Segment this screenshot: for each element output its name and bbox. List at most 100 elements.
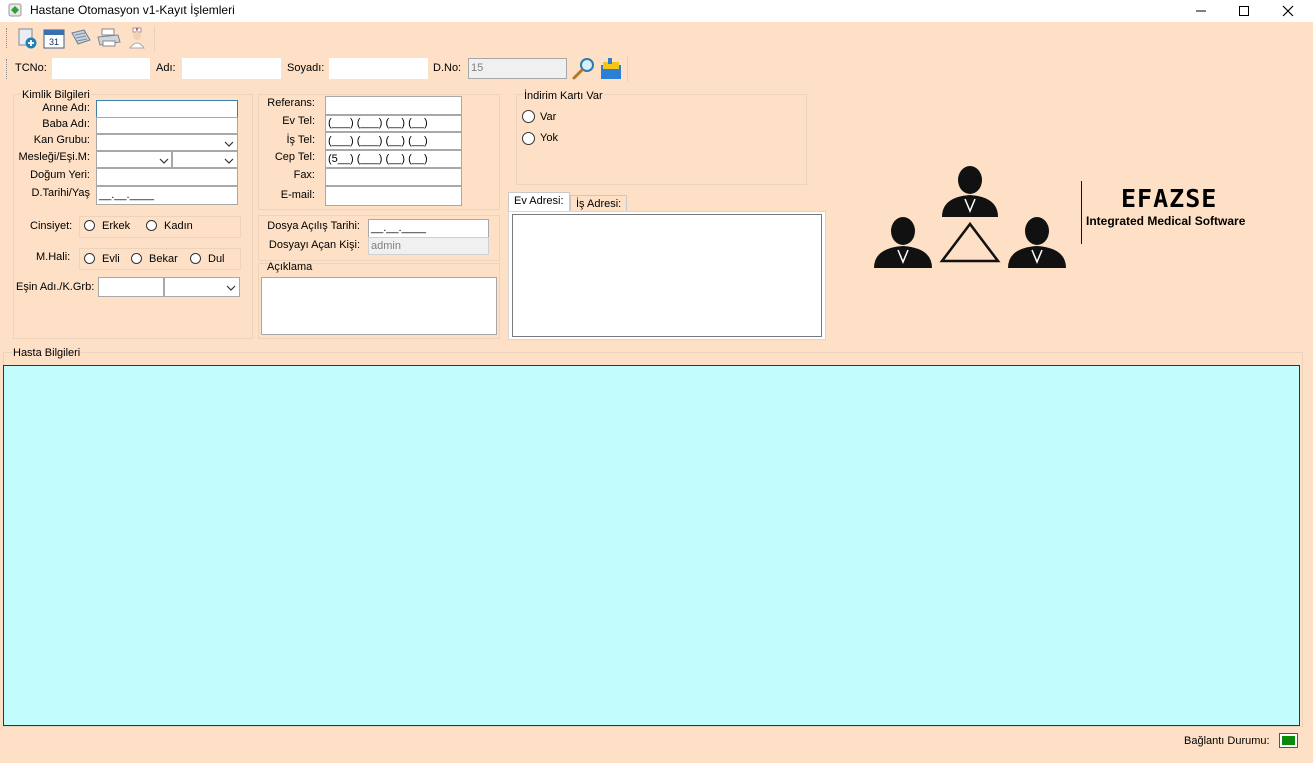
adi-input[interactable]	[182, 58, 281, 79]
tab-is-adresi[interactable]: İş Adresi:	[570, 195, 628, 212]
people-logo-icon	[874, 166, 1066, 268]
anne-input[interactable]	[96, 100, 238, 118]
fax-input[interactable]	[325, 168, 462, 186]
scanner-icon	[71, 29, 91, 45]
erkek-label: Erkek	[102, 220, 131, 232]
search-button[interactable]	[572, 57, 596, 81]
dno-input[interactable]: 15	[468, 58, 567, 79]
dogum-yeri-input[interactable]	[96, 168, 238, 186]
brand-name: EFAZSE	[1121, 184, 1218, 213]
referans-input[interactable]	[325, 96, 462, 115]
istel-input[interactable]: (___) (___) (__) (__)	[325, 132, 462, 150]
meslek-label: Mesleği/Eşi.M:	[18, 151, 90, 163]
dul-label: Dul	[208, 253, 225, 265]
status-led-icon	[1282, 736, 1295, 745]
window-title: Hastane Otomasyon v1-Kayıt İşlemleri	[30, 3, 235, 17]
nurse-icon	[129, 27, 145, 49]
svg-text:31: 31	[49, 37, 59, 47]
var-radio[interactable]	[522, 110, 535, 123]
adres-textarea[interactable]	[512, 214, 822, 337]
kan-grubu-select[interactable]	[96, 134, 238, 151]
aciklama-label: Açıklama	[267, 261, 313, 273]
esin-adi-input[interactable]	[98, 277, 164, 297]
app-icon	[8, 3, 22, 17]
hasta-data-grid[interactable]	[3, 365, 1300, 726]
cinsiyet-label: Cinsiyet:	[30, 220, 73, 232]
yok-radio[interactable]	[522, 132, 535, 145]
baglanti-label: Bağlantı Durumu:	[1184, 735, 1270, 747]
tcno-label: TCNo:	[15, 62, 47, 74]
esin-kan-grubu-select[interactable]	[164, 277, 240, 297]
soyadi-label: Soyadı:	[287, 62, 325, 74]
kimlik-group-label: Kimlik Bilgileri	[21, 89, 91, 101]
magnifier-icon	[572, 58, 594, 80]
baba-input[interactable]	[96, 117, 238, 134]
indirim-group-label: İndirim Kartı Var	[523, 90, 604, 102]
title-bar: Hastane Otomasyon v1-Kayıt İşlemleri	[0, 0, 1313, 22]
anne-label: Anne Adı:	[42, 102, 90, 114]
dul-radio[interactable]	[190, 253, 201, 264]
baba-label: Baba Adı:	[42, 118, 90, 130]
hasta-group-label: Hasta Bilgileri	[12, 347, 82, 359]
print-button[interactable]	[97, 27, 121, 49]
bekar-label: Bekar	[149, 253, 178, 265]
evtel-input[interactable]: (___) (___) (__) (__)	[325, 115, 462, 132]
email-label: E-mail:	[280, 189, 315, 201]
istel-label: İş Tel:	[286, 134, 315, 146]
scanner-button[interactable]	[70, 27, 92, 49]
toolbar-grip	[6, 28, 10, 48]
acan-input[interactable]: admin	[368, 237, 489, 255]
esi-meslek-select[interactable]	[172, 151, 238, 168]
baglanti-indicator	[1279, 733, 1298, 748]
minimize-button[interactable]	[1179, 0, 1223, 22]
evtel-label: Ev Tel:	[282, 115, 315, 127]
doctor-button[interactable]	[126, 27, 148, 49]
maximize-button[interactable]	[1222, 0, 1266, 22]
search-grip	[6, 59, 10, 79]
toolbar-divider	[154, 26, 155, 52]
referans-label: Referans:	[267, 97, 315, 109]
adres-tab-panel	[508, 211, 826, 340]
acilis-input[interactable]: __.__.____	[368, 219, 489, 238]
bekar-radio[interactable]	[131, 253, 142, 264]
chevron-down-icon	[226, 285, 236, 291]
dtarih-label: D.Tarihi/Yaş	[31, 187, 90, 199]
adi-label: Adı:	[156, 62, 176, 74]
search-divider	[627, 56, 628, 82]
chevron-down-icon	[224, 141, 234, 147]
acilis-label: Dosya Açılış Tarihi:	[267, 220, 360, 232]
kadin-radio[interactable]	[146, 220, 157, 231]
aciklama-textarea[interactable]	[261, 277, 497, 335]
save-button[interactable]	[599, 57, 623, 81]
calendar-icon: 31	[43, 29, 65, 49]
calendar-button[interactable]: 31	[43, 27, 65, 49]
yok-label: Yok	[540, 132, 558, 144]
evli-label: Evli	[102, 253, 120, 265]
dtarih-input[interactable]: __.__.____	[96, 186, 238, 205]
mhali-label: M.Hali:	[36, 251, 71, 263]
chevron-down-icon	[224, 158, 234, 164]
meslek-select[interactable]	[96, 151, 172, 168]
brand-tagline: Integrated Medical Software	[1086, 214, 1246, 228]
tab-ev-adresi[interactable]: Ev Adresi:	[508, 192, 570, 212]
email-input[interactable]	[325, 186, 462, 206]
dogum-yeri-label: Doğum Yeri:	[30, 169, 90, 181]
indirim-group	[516, 94, 807, 185]
logo-divider	[1081, 181, 1082, 244]
tcno-input[interactable]	[52, 58, 150, 79]
dno-label: D.No:	[433, 62, 462, 74]
ceptel-label: Cep Tel:	[274, 151, 315, 163]
ceptel-input[interactable]: (5__) (___) (__) (__)	[325, 150, 462, 168]
new-document-icon	[18, 28, 37, 49]
kan-grubu-label: Kan Grubu:	[33, 134, 90, 146]
evli-radio[interactable]	[84, 253, 95, 264]
soyadi-input[interactable]	[329, 58, 428, 79]
printer-icon	[97, 28, 121, 47]
fax-label: Fax:	[293, 169, 315, 181]
kadin-label: Kadın	[164, 220, 193, 232]
acan-label: Dosyayı Açan Kişi:	[268, 239, 360, 251]
folder-save-icon	[601, 58, 621, 79]
new-record-button[interactable]	[16, 27, 38, 49]
close-button[interactable]	[1266, 0, 1310, 22]
erkek-radio[interactable]	[84, 220, 95, 231]
